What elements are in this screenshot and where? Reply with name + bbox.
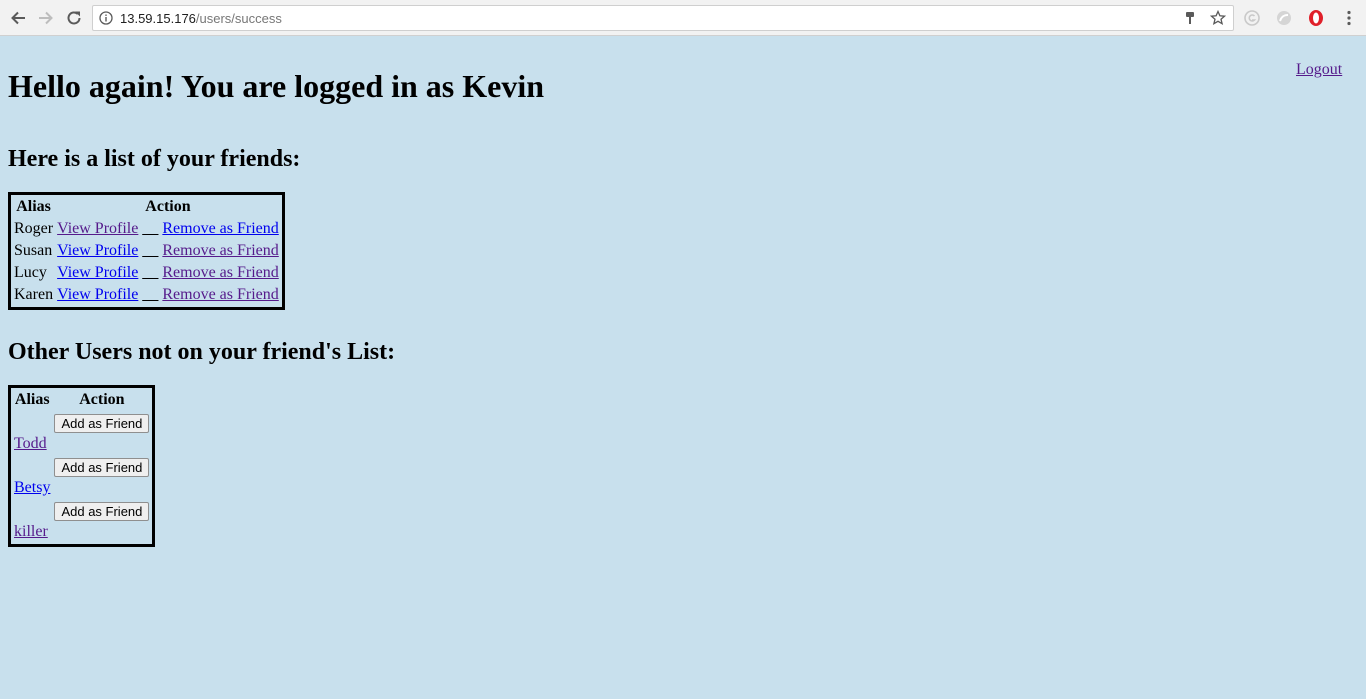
url-path: /users/success: [195, 11, 282, 26]
view-profile-link[interactable]: View Profile: [57, 264, 138, 281]
key-icon[interactable]: [1183, 11, 1197, 25]
grammarly-extension-icon[interactable]: [1243, 9, 1261, 27]
page-content: Hello again! You are logged in as Kevin …: [8, 37, 1366, 699]
user-alias-link[interactable]: Betsy: [14, 479, 50, 496]
separator: __: [142, 220, 159, 237]
user-alias-link[interactable]: Todd: [14, 435, 47, 452]
info-icon[interactable]: [99, 11, 113, 25]
remove-friend-link[interactable]: Remove as Friend: [162, 242, 278, 259]
friends-table-header: Alias Action: [13, 197, 280, 217]
friend-alias: Roger: [14, 220, 54, 237]
alias-column-header: Alias: [14, 391, 50, 408]
friends-heading: Here is a list of your friends:: [8, 146, 301, 172]
logout-link[interactable]: Logout: [1296, 61, 1342, 79]
reload-icon: [67, 11, 81, 25]
other-users-table: Alias Action Todd Add as Friend Betsy Ad…: [8, 385, 156, 547]
add-friend-button[interactable]: Add as Friend: [54, 502, 150, 521]
user-alias-link[interactable]: killer: [14, 523, 48, 540]
alias-column-header: Alias: [16, 198, 51, 215]
friend-alias: Karen: [14, 286, 54, 303]
separator: __: [142, 264, 159, 281]
back-button[interactable]: [6, 6, 30, 30]
friends-table: Alias Action Roger View Profile __ Remov…: [8, 192, 285, 310]
table-row: Roger View Profile __ Remove as Friend: [13, 219, 280, 239]
table-row: Todd Add as Friend: [13, 412, 150, 454]
separator: __: [142, 286, 159, 303]
forward-button[interactable]: [34, 6, 58, 30]
browser-toolbar: 13.59.15.176/users/success: [0, 0, 1366, 36]
view-profile-link[interactable]: View Profile: [57, 220, 138, 237]
bookmark-star-icon[interactable]: [1210, 10, 1226, 26]
back-arrow-icon: [11, 11, 25, 25]
action-column-header: Action: [145, 198, 191, 215]
remove-friend-link[interactable]: Remove as Friend: [162, 286, 278, 303]
remove-friend-link[interactable]: Remove as Friend: [162, 264, 278, 281]
extension-icon[interactable]: [1275, 9, 1293, 27]
other-users-table-header: Alias Action: [13, 390, 150, 410]
other-users-heading: Other Users not on your friend's List:: [8, 339, 396, 365]
remove-friend-link[interactable]: Remove as Friend: [162, 220, 278, 237]
table-row: killer Add as Friend: [13, 500, 150, 542]
url-host: 13.59.15.176: [120, 11, 196, 26]
reload-button[interactable]: [62, 6, 86, 30]
opera-extension-icon[interactable]: [1307, 9, 1325, 27]
view-profile-link[interactable]: View Profile: [57, 286, 138, 303]
menu-dots-icon[interactable]: [1340, 9, 1358, 27]
table-row: Betsy Add as Friend: [13, 456, 150, 498]
page-title: Hello again! You are logged in as Kevin: [8, 68, 545, 104]
address-bar[interactable]: 13.59.15.176/users/success: [92, 5, 1234, 31]
url-text[interactable]: 13.59.15.176/users/success: [120, 11, 282, 26]
add-friend-button[interactable]: Add as Friend: [54, 458, 150, 477]
friend-alias: Lucy: [14, 264, 47, 281]
action-column-header: Action: [79, 391, 125, 408]
table-row: Karen View Profile __ Remove as Friend: [13, 285, 280, 305]
add-friend-button[interactable]: Add as Friend: [54, 414, 150, 433]
friend-alias: Susan: [14, 242, 53, 259]
view-profile-link[interactable]: View Profile: [57, 242, 138, 259]
forward-arrow-icon: [39, 11, 53, 25]
table-row: Susan View Profile __ Remove as Friend: [13, 241, 280, 261]
table-row: Lucy View Profile __ Remove as Friend: [13, 263, 280, 283]
separator: __: [142, 242, 159, 259]
